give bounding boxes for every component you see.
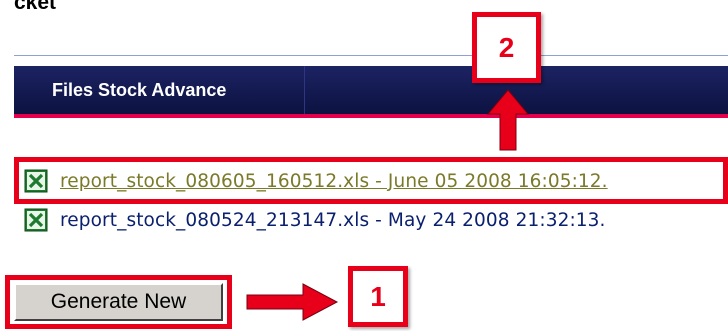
arrow-up-icon: [486, 89, 530, 151]
header-title: Files Stock Advance: [52, 80, 227, 100]
file-link[interactable]: report_stock_080605_160512.xls - June 05…: [60, 171, 608, 192]
file-list-item[interactable]: report_stock_080524_213147.xls - May 24 …: [24, 205, 606, 235]
excel-file-icon: [24, 208, 48, 232]
callout-2-box: 2: [472, 12, 541, 83]
header-bar: Files Stock Advance: [14, 66, 728, 118]
generate-new-button[interactable]: Generate New: [14, 283, 223, 321]
header-tab[interactable]: Files Stock Advance: [14, 66, 305, 114]
excel-file-icon: [24, 169, 48, 193]
callout-2-number: 2: [498, 31, 515, 63]
callout-1-number: 1: [370, 280, 386, 312]
top-divider: [14, 55, 728, 56]
file-list-item[interactable]: report_stock_080605_160512.xls - June 05…: [24, 166, 608, 196]
file-link[interactable]: report_stock_080524_213147.xls - May 24 …: [60, 210, 606, 231]
clipped-top-text: cket: [14, 0, 57, 14]
callout-1-box: 1: [348, 266, 408, 327]
arrow-right-icon: [246, 283, 339, 321]
